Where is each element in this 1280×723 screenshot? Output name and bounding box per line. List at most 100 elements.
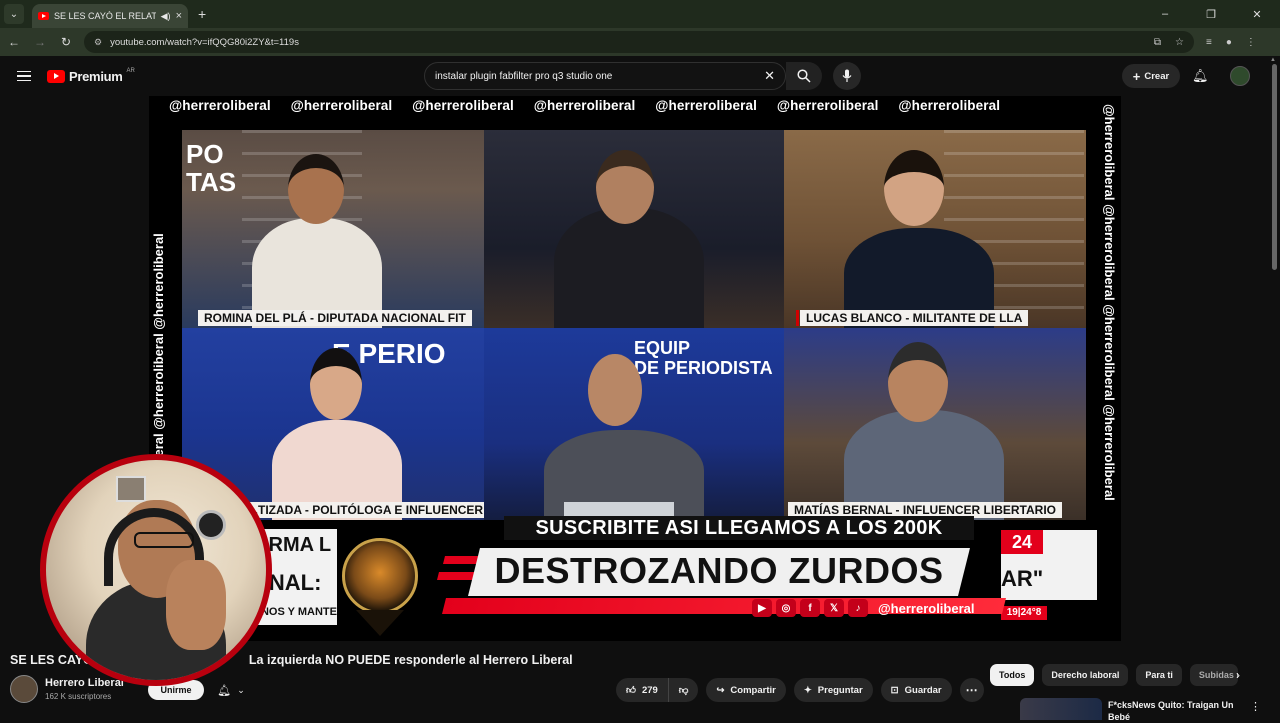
- like-dislike-group: 👍︎ 279 👎︎: [616, 678, 699, 702]
- search-icon: [797, 69, 811, 83]
- ticker-quote: AR": [1001, 566, 1044, 591]
- banner-top-text: SUSCRIBITE ASI LLEGAMOS A LOS 200K: [504, 516, 974, 540]
- youtube-icon: ▶: [752, 599, 772, 617]
- video-actions: 👍︎ 279 👎︎ ↪ Compartir ✦ Preguntar ⊡ Guar…: [616, 678, 984, 702]
- reload-icon[interactable]: ↻: [54, 35, 78, 49]
- chip-todos[interactable]: Todos: [990, 664, 1035, 686]
- glasses: [134, 532, 194, 548]
- instagram-icon: ◎: [776, 599, 796, 617]
- profile-icon[interactable]: ●: [1226, 37, 1232, 48]
- channel-subscribers: 162 K suscriptores: [45, 692, 112, 701]
- like-count: 279: [641, 684, 658, 696]
- bookmark-icon: ⊡: [890, 684, 899, 696]
- window-controls: – ❐ ✕: [1142, 8, 1280, 21]
- minimize-button[interactable]: –: [1142, 8, 1188, 21]
- reading-list-icon[interactable]: ≡: [1206, 37, 1212, 48]
- webcam-overlay: [40, 454, 272, 686]
- chip-derecho-laboral[interactable]: Derecho laboral: [1042, 664, 1129, 686]
- notifications-bell-icon[interactable]: 🔔︎: [1192, 68, 1209, 84]
- audio-icon[interactable]: ◀): [161, 11, 171, 22]
- search-box[interactable]: instalar plugin fabfilter pro q3 studio …: [424, 62, 786, 90]
- maximize-button[interactable]: ❐: [1188, 8, 1234, 21]
- handle-text: @herreroliberal: [776, 98, 879, 113]
- notification-toggle[interactable]: 🔔︎ ⌄: [210, 680, 252, 700]
- clear-search-icon[interactable]: ✕: [764, 68, 775, 84]
- logo-country: AR: [126, 68, 135, 74]
- voice-search-button[interactable]: [833, 62, 861, 90]
- social-handle: @herreroliberal: [878, 600, 975, 616]
- thumbs-down-icon: 👎︎: [678, 685, 689, 696]
- save-button[interactable]: ⊡ Guardar: [880, 678, 952, 702]
- chevron-right-icon[interactable]: ›: [1236, 668, 1240, 682]
- chip-para-ti[interactable]: Para ti: [1136, 664, 1182, 686]
- person-head: [884, 150, 944, 226]
- search-button[interactable]: [786, 62, 822, 90]
- video-title-part2: La izquierda NO PUEDE responderle al Her…: [248, 653, 573, 667]
- lower-third-label: ROMINA DEL PLÁ - DIPUTADA NACIONAL FIT: [198, 310, 472, 326]
- person-head: [888, 342, 948, 422]
- install-app-icon[interactable]: ⧉: [1154, 37, 1161, 48]
- chip-subidas[interactable]: Subidas r: [1189, 664, 1238, 686]
- sparkle-icon: ✦: [803, 684, 812, 696]
- back-icon[interactable]: ←: [2, 35, 26, 49]
- banner-main-text: DESTROZANDO ZURDOS: [494, 550, 944, 591]
- youtube-play-icon: [47, 69, 65, 83]
- panel-romina: PO TAS ROMINA DEL PLÁ - DIPUTADA NACIONAL…: [182, 130, 484, 328]
- person-head: [596, 150, 654, 224]
- browser-menu-icon[interactable]: ⋮: [1246, 37, 1256, 48]
- wall-picture: [116, 476, 146, 502]
- save-label: Guardar: [904, 684, 942, 696]
- omnibox[interactable]: ⚙ youtube.com/watch?v=ifQQG80i2ZY&t=119s…: [84, 31, 1194, 53]
- recommendation-title[interactable]: F*cksNews Quito: Traigan Un Bebé: [1108, 699, 1238, 723]
- handle-text: @herreroliberal: [290, 98, 393, 113]
- youtube-header: Premium AR instalar plugin fabfilter pro…: [0, 56, 1280, 96]
- ticker-number: 24: [1001, 530, 1043, 554]
- handle-text: @herreroliberal: [533, 98, 636, 113]
- new-tab-button[interactable]: +: [198, 6, 206, 22]
- person: [554, 208, 704, 328]
- scroll-up-icon[interactable]: ▲: [1270, 57, 1276, 63]
- panel-grid: PO TAS ROMINA DEL PLÁ - DIPUTADA NACIONAL…: [182, 130, 1086, 520]
- handle-text: @herreroliberal: [898, 98, 1001, 113]
- create-label: Crear: [1144, 70, 1170, 82]
- person-head: [288, 154, 344, 224]
- close-window-button[interactable]: ✕: [1234, 8, 1280, 21]
- search-input[interactable]: instalar plugin fabfilter pro q3 studio …: [435, 71, 764, 82]
- recommendation-thumbnail[interactable]: [1020, 698, 1102, 720]
- handle-text: @herreroliberal: [169, 98, 271, 113]
- dislike-button[interactable]: 👎︎: [667, 678, 699, 702]
- channel-avatar[interactable]: [10, 675, 38, 703]
- youtube-favicon-icon: [38, 12, 49, 20]
- handle-text: @herreroliberal: [655, 98, 757, 113]
- ask-button[interactable]: ✦ Preguntar: [793, 678, 873, 702]
- social-row: ▶ ◎ f 𝕏 ♪ @herreroliberal: [752, 599, 975, 617]
- ask-label: Preguntar: [817, 684, 863, 696]
- microphone-icon: [842, 69, 852, 82]
- url-text[interactable]: youtube.com/watch?v=ifQQG80i2ZY&t=119s: [110, 37, 1146, 48]
- thumbs-up-icon: 👍︎: [626, 685, 636, 696]
- tab-search-icon[interactable]: ⌄: [4, 4, 24, 24]
- share-button[interactable]: ↪ Compartir: [706, 678, 786, 702]
- facebook-icon: f: [800, 599, 820, 617]
- menu-icon[interactable]: [17, 70, 31, 82]
- lower-third-label: LUCAS BLANCO - MILITANTE DE LLA: [795, 310, 1029, 326]
- more-actions-icon[interactable]: ⋯: [959, 678, 984, 702]
- tab-close-icon[interactable]: ×: [176, 10, 182, 22]
- forward-icon[interactable]: →: [28, 35, 52, 49]
- like-button[interactable]: 👍︎ 279: [616, 678, 668, 702]
- recommendation-menu-icon[interactable]: ⋮: [1250, 700, 1261, 713]
- scrollbar[interactable]: [1272, 64, 1277, 270]
- person-head: [588, 354, 642, 426]
- panel-panelist: EQUIP DE PERIODISTA: [484, 328, 784, 520]
- browser-tab[interactable]: SE LES CAYÓ EL RELATO EN ◀) ×: [32, 4, 188, 28]
- chevron-down-icon: ⌄: [237, 684, 245, 695]
- youtube-logo[interactable]: Premium AR: [47, 68, 135, 84]
- video-player[interactable]: @herreroliberal @herreroliberal @herrero…: [149, 96, 1121, 641]
- bell-icon: 🔔︎: [217, 684, 232, 697]
- browser-tab-bar: ⌄ SE LES CAYÓ EL RELATO EN ◀) × + – ❐ ✕: [0, 0, 1280, 28]
- bookmark-star-icon[interactable]: ☆: [1175, 37, 1184, 48]
- site-info-icon[interactable]: ⚙: [94, 37, 102, 48]
- user-avatar[interactable]: [1230, 66, 1250, 86]
- share-label: Compartir: [730, 684, 776, 696]
- create-button[interactable]: + Crear: [1122, 64, 1180, 88]
